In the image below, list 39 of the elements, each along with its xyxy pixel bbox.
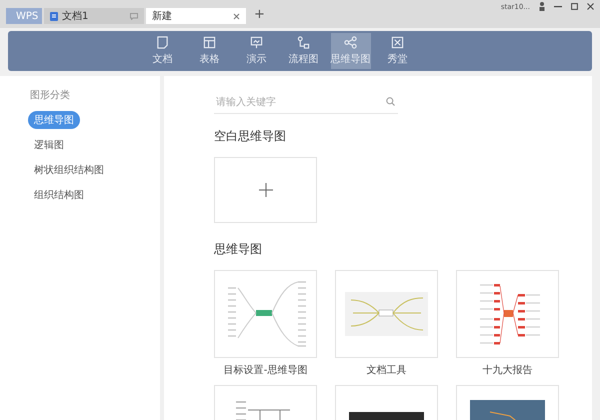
category-item[interactable]: 逻辑图	[28, 136, 70, 154]
toolbar-tab[interactable]: 思维导图	[330, 33, 370, 69]
maximize-icon[interactable]	[571, 3, 578, 10]
toolbar-tab[interactable]: 表格	[190, 33, 230, 69]
sidebar-title: 图形分类	[30, 88, 70, 102]
mind-map-icon	[344, 36, 357, 49]
tab[interactable]: WPS	[6, 8, 42, 24]
close-icon[interactable]	[587, 3, 594, 10]
template-caption: 十九大报告	[482, 364, 532, 377]
document-icon	[50, 12, 58, 20]
tab-label: 新建	[152, 10, 172, 23]
presentation-icon	[250, 36, 263, 49]
flowchart-icon	[297, 36, 310, 49]
tab-label: 文档1	[62, 10, 88, 23]
toolbar-tab[interactable]: 秀堂	[378, 33, 418, 69]
template-caption: 目标设置-思维导图	[224, 364, 308, 377]
toolbar-tab[interactable]: 流程图	[284, 33, 324, 69]
toolbar-tab[interactable]: 演示	[236, 33, 276, 69]
plus-icon	[258, 183, 272, 197]
close-icon[interactable]	[233, 12, 240, 20]
section-heading: 思维导图	[214, 241, 263, 258]
user-icon[interactable]	[539, 2, 545, 11]
document-icon	[156, 36, 169, 49]
category-item[interactable]: 树状组织结构图	[28, 161, 110, 179]
picture-frame-icon	[391, 36, 404, 49]
search-field[interactable]: 请输入关键字	[214, 92, 398, 114]
search-icon	[386, 97, 395, 106]
category-item[interactable]: 组织结构图	[28, 186, 90, 204]
toolbar-tab[interactable]: 文档	[142, 33, 182, 69]
table-icon	[203, 36, 216, 49]
chat-bubble-icon	[130, 12, 138, 20]
template-caption: 文档工具	[366, 364, 406, 377]
category-item[interactable]: 思维导图	[28, 111, 80, 129]
section-heading: 空白思维导图	[214, 128, 287, 145]
minimize-icon[interactable]	[554, 6, 562, 8]
tab-label: WPS	[16, 10, 38, 22]
new-tab-button[interactable]: +	[254, 7, 265, 22]
tab[interactable]: 新建	[146, 8, 246, 24]
tab[interactable]: 文档1	[44, 8, 144, 24]
